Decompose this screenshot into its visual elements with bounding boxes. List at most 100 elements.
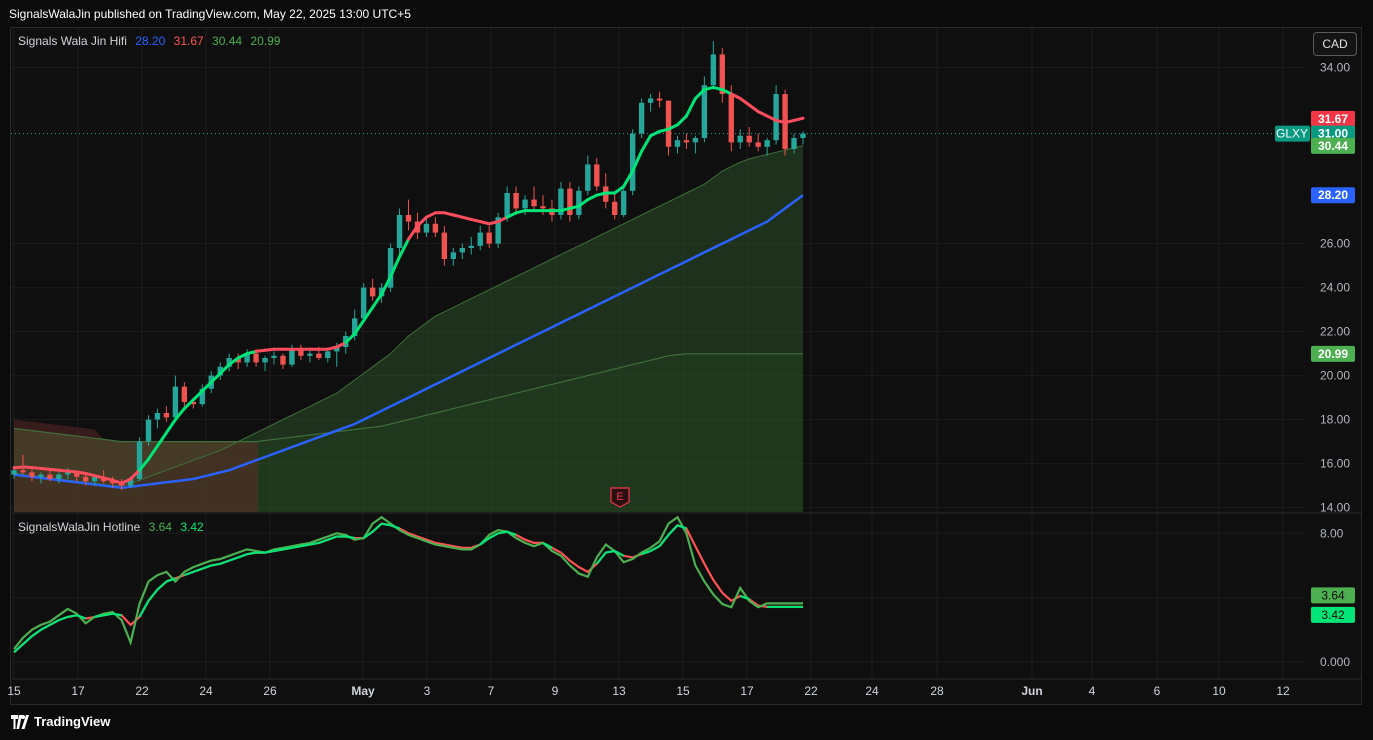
candle-body [163,413,170,418]
hifi-legend-value-green: 30.44 [212,34,243,48]
candle-body [405,215,412,222]
hifi-legend-value-red: 31.67 [173,34,204,48]
candle-body [594,164,600,187]
osc-signal-bull-segment [40,623,51,631]
x-tick-label: 17 [740,684,754,698]
osc-signal-bull-segment [219,559,230,565]
x-tick-label: 3 [424,684,431,698]
trend-line-segment [684,96,697,118]
trend-line-segment [747,103,760,114]
trend-line-segment [640,134,653,153]
candle-body [432,223,439,233]
x-tick-label: 4 [1089,684,1096,698]
candle-body [396,215,403,248]
candle-body [262,358,268,363]
candle-body [585,164,591,191]
x-tick-label: 26 [263,684,277,698]
earnings-marker-label: E [616,491,623,503]
osc-signal-bull-segment [192,567,203,573]
candle-body [773,94,779,141]
price-label-text: 28.20 [1318,188,1348,202]
x-tick-label: 24 [865,684,879,698]
osc-signal-bull-segment [31,628,42,638]
candle-body [56,474,62,479]
x-tick-label: 15 [7,684,21,698]
y-tick-label: 18.00 [1320,413,1350,427]
candle-body [486,232,492,244]
price-label-text: 20.99 [1318,347,1348,361]
osc-signal-bull-segment [677,524,687,530]
candle-body [38,474,44,477]
candle-body [316,353,322,358]
hotline-legend-title: SignalsWalaJin Hotline [18,520,141,534]
y-tick-label: 22.00 [1320,325,1350,339]
x-tick-label: 28 [930,684,944,698]
x-tick-label: 15 [676,684,690,698]
y-tick-label: 14.00 [1320,501,1350,515]
osc-main-line [13,515,803,650]
chart-canvas[interactable]: 34.00 26.00 24.00 22.00 20.00 18.00 16.00 14.00… [0,0,1373,740]
osc-signal-bull-segment [506,530,517,536]
candle-body [710,54,717,86]
y-tick-label: 26.00 [1320,237,1350,251]
hotline-legend: SignalsWalaJin Hotline 3.64 3.42 [18,520,209,534]
candle-body [531,199,537,207]
symbol-tag-text: GLXY [1276,127,1308,141]
x-tick-label: 6 [1154,684,1161,698]
osc-signal-bull-segment [739,594,750,601]
candle-body [145,419,152,442]
candle-body [692,138,699,143]
osc-signal-bull-segment [237,553,248,559]
candle-body [459,248,465,253]
candle-body [746,135,752,143]
hotline-legend-value-1: 3.64 [148,520,172,534]
osc-signal-bull-segment [156,580,168,591]
trend-line-segment [738,96,751,107]
hifi-legend-value-blue: 28.20 [135,34,166,48]
x-tick-label: 24 [199,684,213,698]
candle-body [576,190,582,215]
hifi-legend-title: Signals Wala Jin Hifi [18,34,127,48]
candle-body [656,98,663,101]
osc-signal-bull-segment [211,562,221,567]
x-tick-label: 22 [135,684,149,698]
hifi-legend: Signals Wala Jin Hifi 28.20 31.67 30.44 … [18,34,285,48]
osc-signal-bull-segment [58,615,69,622]
trend-line-segment [675,114,688,127]
candle-body [172,386,179,418]
x-tick-label: 7 [488,684,495,698]
x-tick-label: 17 [71,684,85,698]
price-label-text: 31.67 [1318,112,1348,126]
candle-body [11,470,17,475]
candle-body [764,140,770,147]
candle-body [791,138,797,149]
price-label-text: 30.44 [1318,139,1348,153]
candle-body [737,135,743,143]
x-tick-label: 22 [804,684,818,698]
candle-body [665,100,672,147]
candle-body [441,232,448,259]
candle-body [504,193,510,218]
osc-signal-bull-segment [371,522,383,533]
candle-body [253,353,259,363]
y-tick-label: 24.00 [1320,281,1350,295]
candle-body [612,201,618,215]
x-tick-label: 9 [552,684,559,698]
candle-body [468,245,474,248]
x-tick-label: 12 [1276,684,1290,698]
candle-body [755,142,761,147]
candle-body [280,355,286,365]
y-tick-label: 20.00 [1320,369,1350,383]
candle-body [647,98,654,103]
osc-signal-bull-segment [201,564,212,570]
candle-body [423,223,430,233]
y-tick-label: 34.00 [1320,61,1350,75]
candle-body [522,199,528,209]
currency-button[interactable]: CAD [1313,32,1357,56]
hotline-legend-value-2: 3.42 [180,520,204,534]
brand-name: TradingView [34,714,111,729]
tradingview-brand[interactable]: TradingView [10,714,110,729]
candle-body [307,353,313,356]
tradingview-logo-icon [11,714,29,729]
osc-signal-bull-segment [228,556,239,562]
